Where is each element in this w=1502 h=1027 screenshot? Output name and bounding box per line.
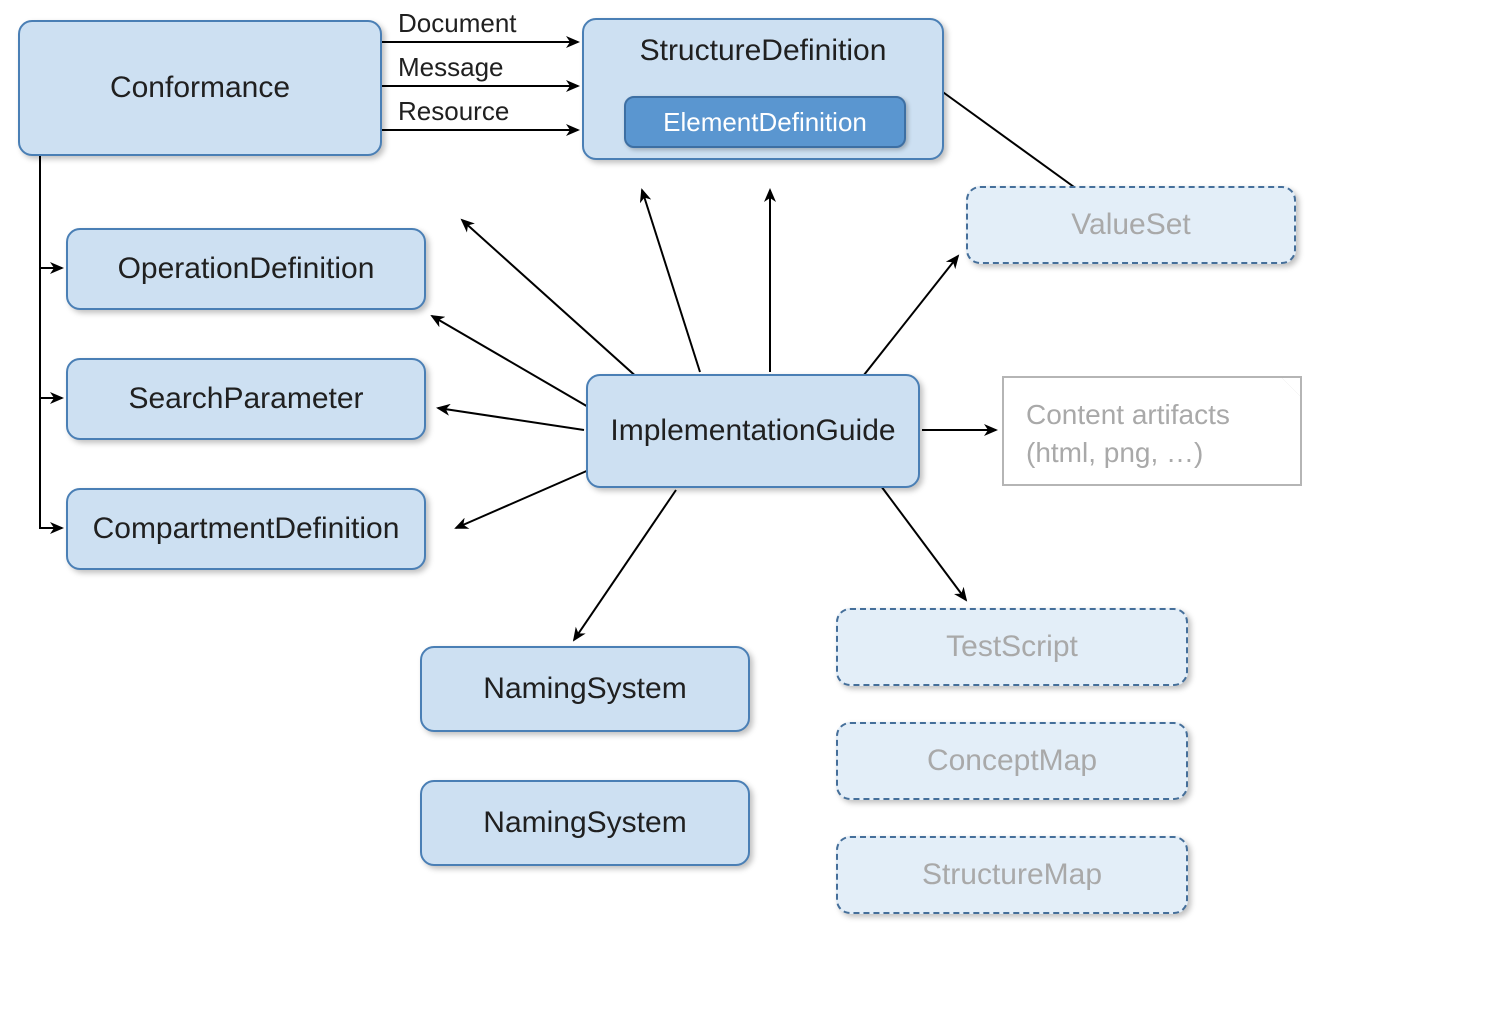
- node-label: ElementDefinition: [663, 107, 867, 138]
- node-structure-map: StructureMap: [836, 836, 1188, 914]
- node-test-script: TestScript: [836, 608, 1188, 686]
- note-fold-icon: [1280, 376, 1302, 398]
- node-search-parameter: SearchParameter: [66, 358, 426, 440]
- node-content-artifacts: Content artifacts (html, png, …): [1002, 376, 1302, 486]
- node-label: OperationDefinition: [118, 252, 375, 286]
- node-label: ConceptMap: [927, 744, 1097, 778]
- node-value-set: ValueSet: [966, 186, 1296, 264]
- node-conformance: Conformance: [18, 20, 382, 156]
- node-label: StructureDefinition: [640, 34, 887, 68]
- node-label: StructureMap: [922, 858, 1102, 892]
- node-label: NamingSystem: [483, 672, 686, 706]
- node-label: ImplementationGuide: [610, 414, 895, 448]
- edge-label-document: Document: [398, 8, 517, 39]
- node-label: TestScript: [946, 630, 1078, 664]
- note-line-2: (html, png, …): [1026, 434, 1278, 472]
- node-operation-definition: OperationDefinition: [66, 228, 426, 310]
- node-concept-map: ConceptMap: [836, 722, 1188, 800]
- node-implementation-guide: ImplementationGuide: [586, 374, 920, 488]
- note-line-1: Content artifacts: [1026, 396, 1278, 434]
- node-label: NamingSystem: [483, 806, 686, 840]
- node-element-definition: ElementDefinition: [624, 96, 906, 148]
- node-label: ValueSet: [1071, 208, 1191, 242]
- edge-label-resource: Resource: [398, 96, 509, 127]
- node-label: SearchParameter: [128, 382, 363, 416]
- node-label: Conformance: [110, 71, 290, 105]
- node-compartment-definition: CompartmentDefinition: [66, 488, 426, 570]
- node-naming-system-2: NamingSystem: [420, 780, 750, 866]
- node-naming-system-1: NamingSystem: [420, 646, 750, 732]
- node-label: CompartmentDefinition: [93, 512, 400, 546]
- edge-label-message: Message: [398, 52, 504, 83]
